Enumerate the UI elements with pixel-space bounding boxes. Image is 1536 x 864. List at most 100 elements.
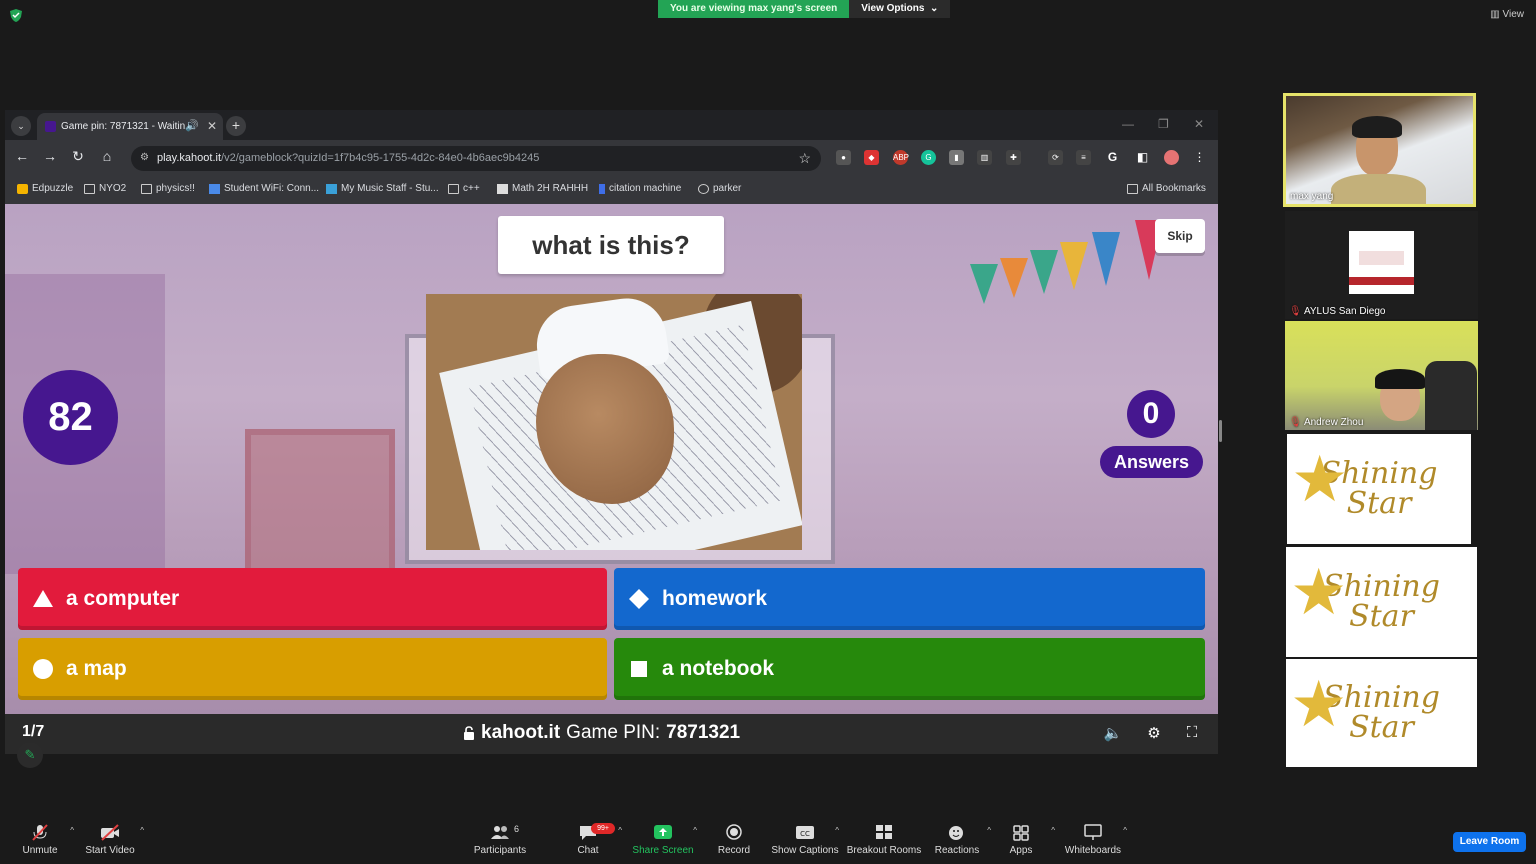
extension-robot-icon[interactable]: ● — [836, 150, 851, 165]
tab-close-icon[interactable]: ✕ — [207, 119, 217, 133]
answer-option-blue[interactable]: homework — [614, 568, 1205, 630]
chat-button[interactable]: Chat ^ — [548, 824, 628, 856]
participant-hair — [1352, 116, 1402, 138]
bookmark-folder[interactable]: physics!! — [141, 183, 195, 194]
folder-icon — [141, 183, 152, 194]
fullscreen-icon[interactable]: ⛶ — [1182, 724, 1202, 744]
kahoot-favicon-icon — [45, 121, 56, 132]
gold-star-icon: ★ — [1290, 668, 1348, 740]
whiteboards-button[interactable]: Whiteboards ^ — [1053, 824, 1133, 856]
svg-text:CC: CC — [800, 830, 810, 838]
side-panel-icon[interactable]: ◧ — [1135, 150, 1150, 165]
annotate-pencil-icon[interactable]: ✎ — [17, 742, 43, 768]
muted-mic-icon — [32, 824, 48, 841]
lock-icon[interactable] — [463, 725, 475, 741]
leave-room-button[interactable]: Leave Room — [1453, 832, 1526, 852]
reload-icon[interactable]: ↻ — [68, 148, 88, 165]
folder-icon — [1127, 183, 1138, 194]
record-label: Record — [717, 845, 751, 856]
caret-up-icon[interactable]: ^ — [835, 826, 839, 835]
bookmark-item[interactable]: Math 2H RAHHH — [497, 183, 588, 194]
browser-tab-kahoot[interactable]: Game pin: 7871321 - Waitin 🔊 ✕ — [37, 113, 223, 140]
extension-columns-icon[interactable]: ▥ — [977, 150, 992, 165]
apps-icon — [1013, 825, 1029, 841]
close-window-icon[interactable]: ✕ — [1194, 117, 1204, 131]
participant-shirt — [1331, 174, 1426, 204]
all-bookmarks-label: All Bookmarks — [1142, 183, 1206, 194]
record-button[interactable]: Record — [694, 824, 774, 856]
participant-tile-shining-star[interactable]: ★ Shining Star — [1286, 547, 1477, 657]
skip-button[interactable]: Skip — [1155, 219, 1205, 253]
address-bar[interactable]: ⚙ play.kahoot.it/v2/gameblock?quizId=1f7… — [131, 146, 821, 171]
bookmark-item[interactable]: Student WiFi: Conn... — [209, 183, 319, 194]
view-options-button[interactable]: View Options ⌄ — [849, 0, 951, 18]
adblock-extension-icon[interactable]: ABP — [893, 150, 909, 165]
answer-option-green[interactable]: a notebook — [614, 638, 1205, 700]
forward-icon[interactable]: → — [40, 148, 60, 164]
bookmark-label: NYO2 — [99, 183, 127, 194]
view-button[interactable]: ▥ View — [1490, 9, 1524, 20]
home-icon[interactable]: ⌂ — [97, 148, 117, 164]
browser-menu-icon[interactable]: ⋮ — [1192, 150, 1207, 165]
unmute-button[interactable]: Unmute ^ — [0, 824, 80, 856]
security-shield-icon[interactable] — [10, 9, 22, 22]
settings-gear-icon[interactable]: ⚙ — [1144, 724, 1164, 744]
muted-mic-icon: 🎙 — [1289, 306, 1302, 317]
participant-video-andrew-zhou[interactable]: 🎙 Andrew Zhou — [1285, 321, 1478, 430]
answer-option-red[interactable]: a computer — [18, 568, 607, 630]
apps-button[interactable]: Apps ^ — [981, 824, 1061, 856]
edpuzzle-icon — [17, 183, 28, 194]
diamond-icon — [629, 589, 649, 609]
participant-video-aylus[interactable]: 🎙 AYLUS San Diego — [1285, 211, 1478, 319]
minimize-window-icon[interactable]: — — [1122, 117, 1134, 131]
start-video-label: Start Video — [85, 845, 135, 856]
extension-card-icon[interactable]: ▮ — [949, 150, 964, 165]
google-icon[interactable]: G — [1105, 150, 1120, 165]
bunting-flag — [1030, 250, 1058, 294]
share-screen-button[interactable]: Share Screen ^ — [623, 824, 703, 856]
caret-up-icon[interactable]: ^ — [1123, 826, 1127, 835]
answer-option-yellow[interactable]: a map — [18, 638, 607, 700]
media-control-icon[interactable]: ≡ — [1076, 150, 1091, 165]
bookmark-label: Math 2H RAHHH — [512, 183, 589, 194]
start-video-button[interactable]: Start Video ^ — [70, 824, 150, 856]
caret-up-icon[interactable]: ^ — [618, 826, 622, 835]
bookmark-folder[interactable]: c++ — [448, 183, 480, 194]
extension-shield-icon[interactable]: ◆ — [864, 150, 879, 165]
bookmark-folder[interactable]: NYO2 — [84, 183, 126, 194]
profile-avatar-icon[interactable] — [1164, 150, 1179, 165]
bookmark-item[interactable]: citation machine — [599, 183, 681, 194]
bookmark-item[interactable]: Edpuzzle — [17, 183, 73, 194]
tab-search-button[interactable]: ⌄ — [11, 116, 31, 136]
share-screen-label: Share Screen — [632, 845, 694, 856]
extension-sync-icon[interactable]: ⟳ — [1048, 150, 1063, 165]
volume-icon[interactable]: 🔈 — [1103, 724, 1123, 744]
caret-up-icon[interactable]: ^ — [140, 826, 144, 835]
participants-icon — [491, 826, 509, 839]
back-icon[interactable]: ← — [12, 148, 32, 164]
aylus-logo-band — [1349, 277, 1414, 285]
panel-resize-handle[interactable] — [1219, 420, 1222, 442]
bookmark-item[interactable]: My Music Staff - Stu... — [326, 183, 439, 194]
url-path: /v2/gameblock?quizId=1f7b4c95-1755-4d2c-… — [221, 152, 540, 164]
captions-icon: CC — [796, 826, 814, 839]
bookmark-star-icon[interactable]: ☆ — [798, 150, 811, 167]
participant-tile-shining-star[interactable]: ★ Shining Star — [1287, 434, 1471, 544]
tab-audio-icon[interactable]: 🔊 — [185, 119, 199, 132]
pin-label: Game PIN: — [566, 722, 661, 743]
participant-video-max-yang[interactable]: max yang — [1283, 93, 1476, 207]
show-captions-button[interactable]: CC Show Captions ^ — [765, 824, 845, 856]
music-staff-icon — [326, 183, 337, 194]
bookmark-item[interactable]: parker — [698, 183, 741, 194]
breakout-rooms-button[interactable]: Breakout Rooms — [844, 824, 924, 856]
bookmark-label: physics!! — [156, 183, 195, 194]
site-info-icon[interactable]: ⚙ — [140, 152, 149, 163]
participants-button[interactable]: Participants 6 — [460, 824, 540, 856]
grammarly-extension-icon[interactable]: G — [921, 150, 936, 165]
extensions-puzzle-icon[interactable]: ✚ — [1006, 150, 1021, 165]
new-tab-button[interactable]: + — [226, 116, 246, 136]
participant-tile-shining-star[interactable]: ★ Shining Star — [1286, 659, 1477, 767]
game-pin-area: kahoot.it Game PIN: 7871321 — [463, 722, 740, 744]
restore-window-icon[interactable]: ❐ — [1158, 117, 1169, 131]
all-bookmarks-folder[interactable]: All Bookmarks — [1127, 183, 1206, 194]
